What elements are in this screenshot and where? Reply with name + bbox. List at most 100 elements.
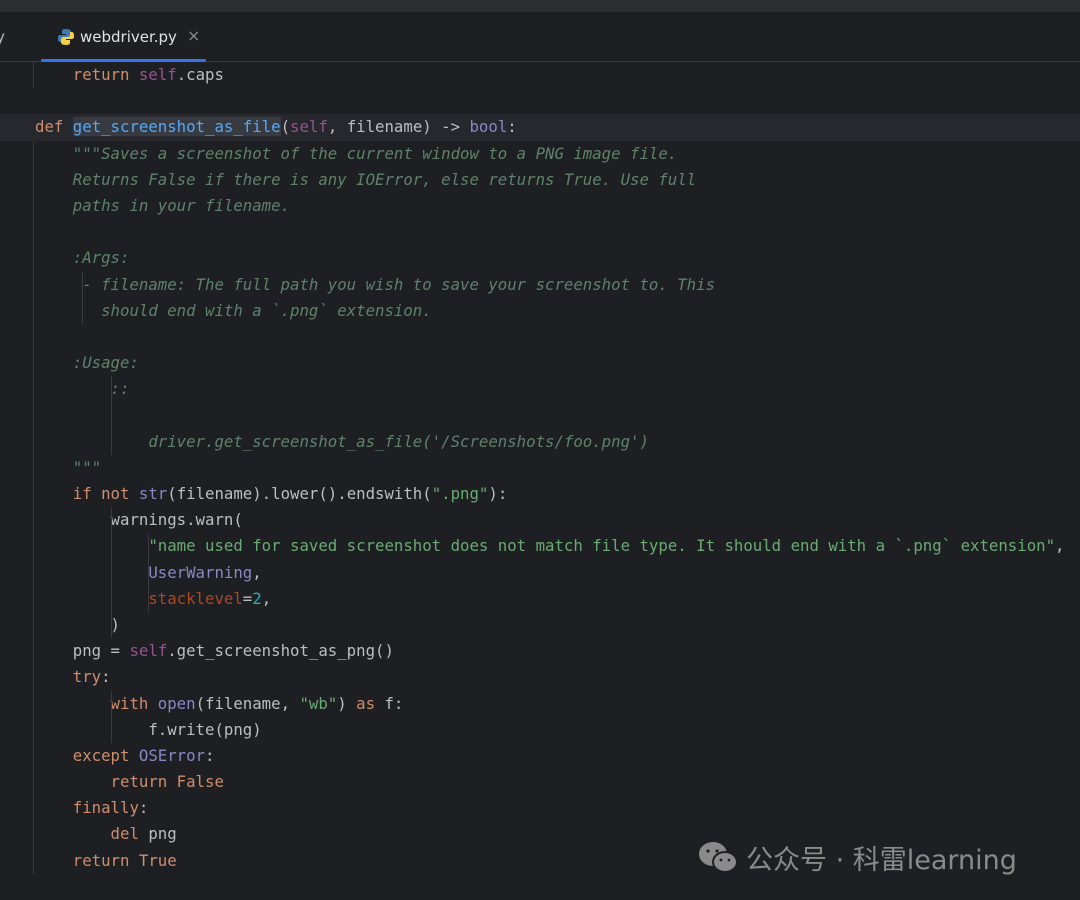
code-line[interactable]: Returns False if there is any IOError, e… — [0, 167, 1080, 193]
indent-guide — [110, 507, 112, 639]
code-token: png — [148, 824, 177, 844]
code-token: """Saves a screenshot of the current win… — [35, 143, 678, 163]
code-token: str — [138, 484, 168, 503]
code-line[interactable]: except OSError: — [0, 743, 1080, 769]
code-token: : — [205, 745, 215, 765]
code-token: , filename) -> — [327, 117, 470, 137]
tab-label: webdriver.py — [80, 28, 177, 46]
code-token: : — [101, 667, 111, 687]
code-token: del — [35, 824, 149, 844]
code-token: self — [138, 65, 177, 84]
code-token: .get_screenshot_as_png() — [167, 641, 394, 661]
code-token: """ — [35, 457, 102, 477]
code-token: stacklevel — [35, 588, 243, 608]
code-token: .caps — [176, 65, 224, 84]
code-token: get_screenshot_as_file — [72, 117, 281, 137]
indent-guide — [33, 62, 34, 89]
code-token: with — [35, 693, 158, 713]
code-line[interactable]: if not str(filename).lower().endswith(".… — [0, 481, 1080, 507]
code-token: UserWarning — [35, 562, 253, 582]
code-token: as — [356, 693, 385, 713]
code-line[interactable] — [0, 219, 1080, 245]
code-line[interactable]: driver.get_screenshot_as_file('/Screensh… — [0, 429, 1080, 455]
code-token: , — [1055, 536, 1065, 556]
code-token: png = — [35, 641, 130, 661]
code-token: def — [35, 117, 73, 137]
code-token: ".png" — [431, 484, 489, 503]
code-line[interactable]: :Usage: — [0, 350, 1080, 376]
code-line[interactable]: :Args: — [0, 245, 1080, 271]
indent-guide — [148, 533, 150, 613]
code-token: except — [35, 745, 139, 765]
code-token: ) — [337, 693, 357, 713]
watermark-text: 公众号 · 科雷learning — [746, 845, 1017, 876]
code-line[interactable]: """Saves a screenshot of the current win… — [0, 141, 1080, 167]
code-token: return True — [35, 850, 177, 870]
code-line[interactable]: png = self.get_screenshot_as_png() — [0, 638, 1080, 664]
code-token: return — [72, 65, 139, 84]
code-line[interactable]: ) — [0, 612, 1080, 638]
code-token: f: — [384, 693, 404, 713]
code-line[interactable]: f.write(png) — [0, 717, 1080, 743]
watermark: 公众号 · 科雷learning — [698, 838, 1017, 877]
code-line[interactable]: try: — [0, 664, 1080, 690]
code-token: (filename, — [195, 693, 300, 713]
code-token: ): — [488, 484, 508, 503]
indent-guide — [110, 690, 112, 744]
code-token: , — [252, 562, 262, 582]
tab-webdriver-py[interactable]: webdriver.py × — [41, 12, 206, 62]
code-token: self — [290, 117, 328, 137]
code-line[interactable]: "name used for saved screenshot does not… — [0, 533, 1080, 559]
code-editor[interactable]: return self.caps def get_screenshot_as_f… — [0, 62, 1080, 875]
code-token: open — [157, 693, 196, 713]
code-line[interactable]: return False — [0, 769, 1080, 795]
title-bar-strip — [0, 0, 1080, 12]
indent-guide — [110, 376, 112, 455]
code-line[interactable]: UserWarning, — [0, 560, 1080, 586]
code-token: self — [129, 641, 168, 661]
code-line[interactable]: def get_screenshot_as_file(self, filenam… — [0, 114, 1080, 141]
code-token: "wb" — [299, 693, 338, 713]
code-token: warnings.warn( — [35, 510, 243, 530]
code-token: paths in your filename. — [35, 195, 291, 215]
code-line[interactable]: should end with a `.png` extension. — [0, 298, 1080, 324]
code-token: "name used for saved screenshot does not… — [35, 536, 1056, 556]
code-line[interactable]: paths in your filename. — [0, 193, 1080, 219]
code-line[interactable] — [0, 88, 1080, 114]
code-token: if not — [72, 484, 139, 503]
code-line[interactable]: stacklevel=2, — [0, 586, 1080, 612]
indent-guide — [82, 271, 84, 324]
code-token: ( — [280, 117, 291, 137]
code-line[interactable]: """ — [0, 455, 1080, 481]
code-token: driver.get_screenshot_as_file('/Screensh… — [35, 431, 649, 451]
python-icon — [58, 29, 74, 45]
code-token: :Usage: — [35, 353, 139, 373]
code-token: , — [261, 588, 272, 608]
code-token: OSError — [138, 745, 206, 765]
tab-previous[interactable]: y — [0, 28, 5, 46]
code-line[interactable]: with open(filename, "wb") as f: — [0, 691, 1080, 717]
code-token: :Args: — [35, 248, 130, 268]
code-token: should end with a `.png` extension. — [35, 300, 432, 320]
code-line[interactable]: - filename: The full path you wish to sa… — [0, 272, 1080, 298]
code-token: - filename: The full path you wish to sa… — [35, 274, 716, 294]
code-line[interactable]: :: — [0, 376, 1080, 402]
editor-tab-bar: y webdriver.py × — [0, 12, 1080, 62]
indent-guide — [33, 140, 34, 875]
code-line[interactable] — [0, 324, 1080, 350]
code-token: ) — [35, 614, 121, 634]
code-line[interactable]: warnings.warn( — [0, 507, 1080, 533]
tab-close-icon[interactable]: × — [187, 26, 200, 45]
code-token: f.write(png) — [35, 719, 262, 739]
code-token: 2 — [252, 588, 262, 608]
code-token: = — [242, 588, 253, 608]
code-line[interactable]: return self.caps — [0, 62, 1080, 88]
code-token: : — [507, 117, 517, 137]
code-line[interactable] — [0, 402, 1080, 428]
code-token: return False — [35, 772, 224, 792]
code-token: :: — [35, 379, 130, 399]
code-token: finally — [35, 798, 139, 818]
code-line[interactable]: finally: — [0, 795, 1080, 821]
